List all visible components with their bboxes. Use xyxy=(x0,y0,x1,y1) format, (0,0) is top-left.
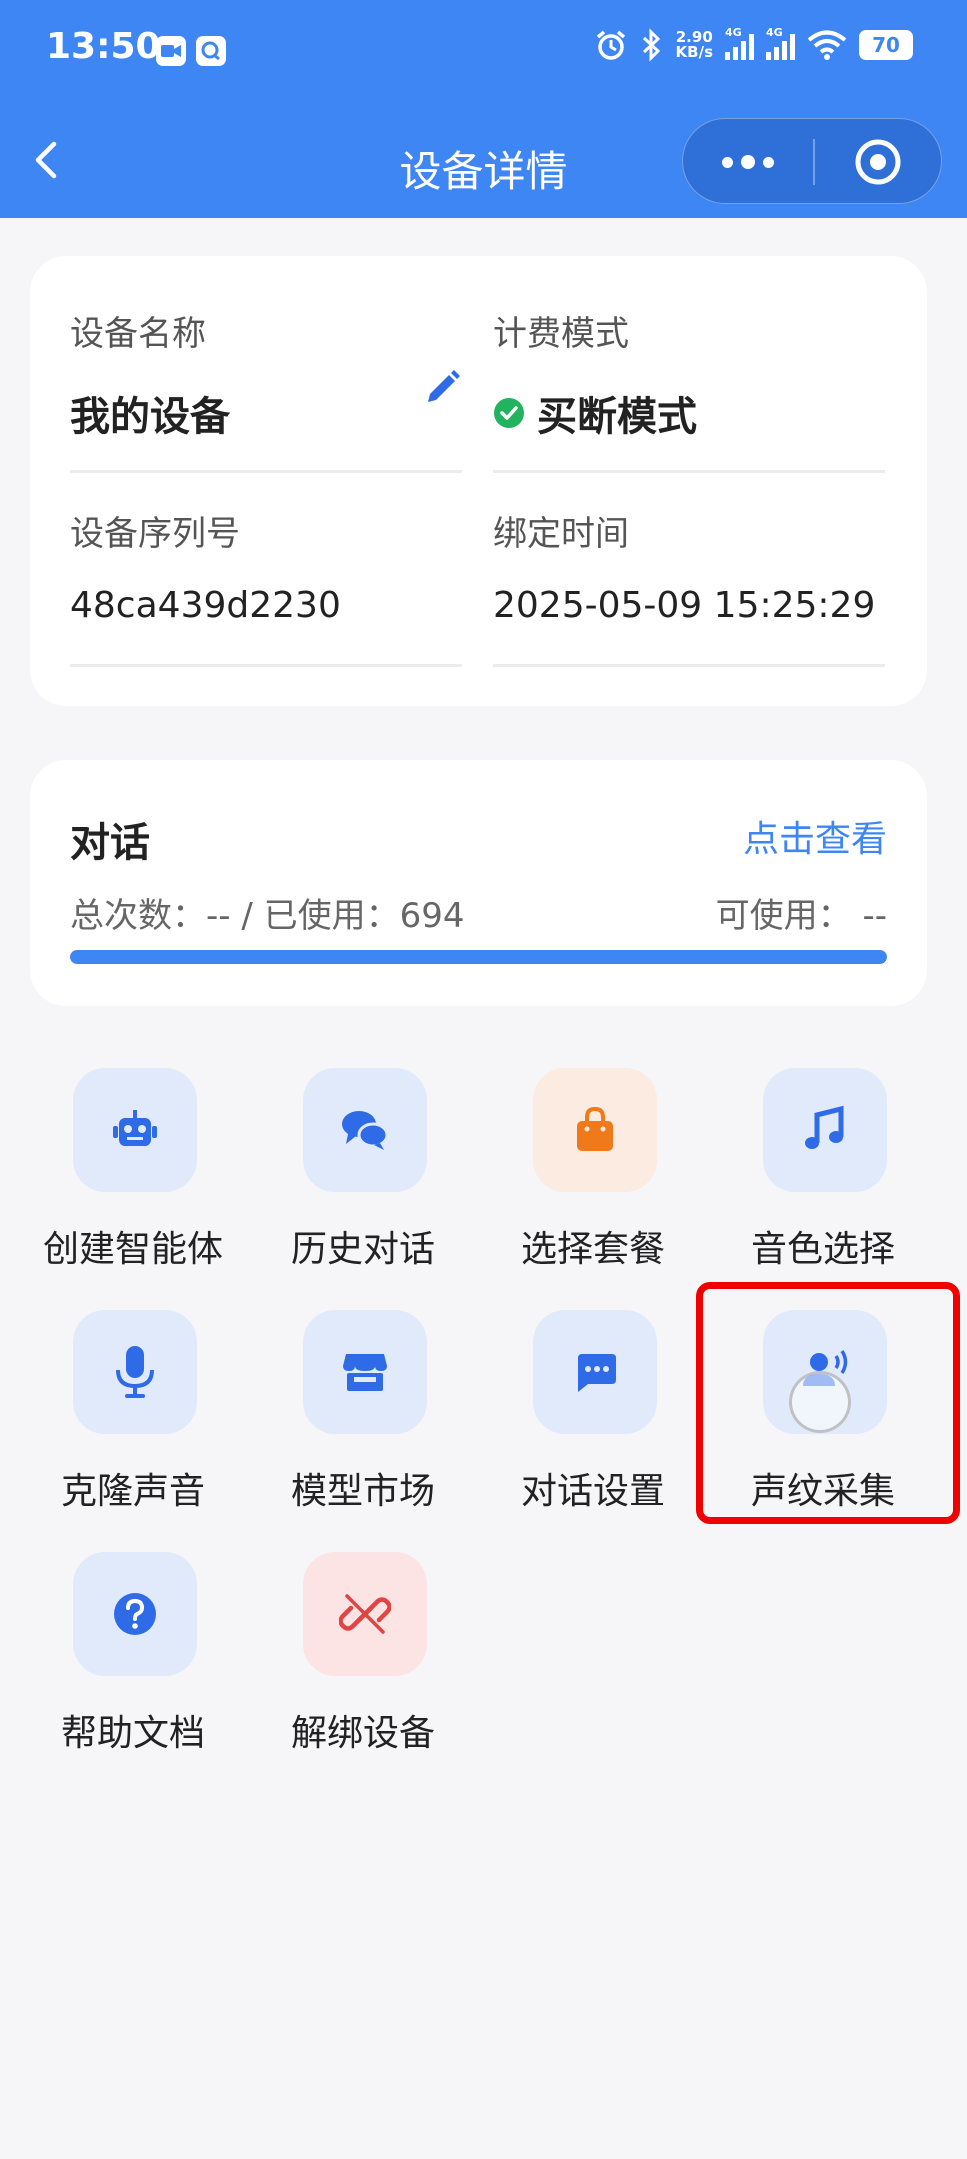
menu-label: 对话设置 xyxy=(520,1471,665,1512)
battery-indicator: 70 xyxy=(859,30,913,60)
usage-available: 可使用： -- xyxy=(715,896,887,936)
unlink-icon xyxy=(303,1552,427,1676)
usage-progress-fill xyxy=(70,950,887,964)
device-name-field: 设备名称 我的设备 xyxy=(70,306,462,473)
microphone-icon xyxy=(73,1310,197,1434)
billing-mode-value: 买断模式 xyxy=(537,394,697,440)
help-icon xyxy=(73,1552,197,1676)
wifi-icon xyxy=(807,30,847,60)
serial-number-label: 设备序列号 xyxy=(70,514,240,554)
net-speed: 2.90 KB/s xyxy=(675,28,713,61)
serial-number-value: 48ca439d2230 xyxy=(70,584,341,626)
bind-time-value: 2025-05-09 15:25:29 xyxy=(493,584,876,626)
divider xyxy=(70,470,462,473)
top-bar: 13:50 2.90 KB/s 4G 4G 70 设备详情 xyxy=(0,0,967,218)
menu-label: 模型市场 xyxy=(290,1471,435,1512)
dialog-usage-card: 对话 点击查看 总次数：-- / 已使用：694 可使用： -- xyxy=(30,760,927,1006)
shopping-bag-icon xyxy=(533,1068,657,1192)
menu-label: 解绑设备 xyxy=(290,1713,435,1754)
billing-mode-field: 计费模式 买断模式 xyxy=(493,306,885,473)
device-name-label: 设备名称 xyxy=(70,314,206,354)
menu-item-voice-select[interactable]: 音色选择 xyxy=(708,1068,938,1288)
menu-label: 克隆声音 xyxy=(60,1471,205,1512)
billing-mode-value-row: 买断模式 xyxy=(493,385,885,441)
bind-time-label: 绑定时间 xyxy=(493,514,629,554)
divider xyxy=(493,664,885,667)
menu-label: 音色选择 xyxy=(750,1229,895,1270)
status-time: 13:50 xyxy=(46,26,161,67)
usage-progress-bar xyxy=(70,950,887,964)
menu-label: 选择套餐 xyxy=(520,1229,665,1270)
store-icon xyxy=(303,1310,427,1434)
bluetooth-icon xyxy=(642,28,660,62)
video-icon xyxy=(156,36,186,66)
dialog-title: 对话 xyxy=(70,820,150,866)
serial-number-field: 设备序列号 48ca439d2230 xyxy=(70,506,462,667)
menu-item-select-plan[interactable]: 选择套餐 xyxy=(478,1068,708,1288)
menu-item-clone-voice[interactable]: 克隆声音 xyxy=(18,1310,248,1530)
divider xyxy=(70,664,462,667)
close-target-icon[interactable] xyxy=(813,119,943,205)
bind-time-field: 绑定时间 2025-05-09 15:25:29 xyxy=(493,506,885,667)
highlight-box xyxy=(696,1282,960,1524)
chat-app-icon xyxy=(196,36,226,66)
message-dots-icon xyxy=(533,1310,657,1434)
menu-item-dialog-settings[interactable]: 对话设置 xyxy=(478,1310,708,1530)
menu-item-unbind-device[interactable]: 解绑设备 xyxy=(248,1552,478,1772)
device-name-value: 我的设备 xyxy=(70,394,230,440)
menu-label: 历史对话 xyxy=(290,1229,435,1270)
billing-mode-label: 计费模式 xyxy=(493,314,629,354)
menu-item-model-market[interactable]: 模型市场 xyxy=(248,1310,478,1530)
mini-program-capsule xyxy=(682,118,942,204)
signal-strength-2: 4G xyxy=(766,26,795,60)
alarm-icon xyxy=(596,30,625,60)
edit-pencil-icon[interactable] xyxy=(422,368,462,408)
music-note-icon xyxy=(763,1068,887,1192)
device-info-card: 设备名称 我的设备 计费模式 买断模式 设备序列号 48ca439d2230 绑… xyxy=(30,256,927,706)
signal-strength-1: 4G xyxy=(725,26,754,60)
divider xyxy=(493,470,885,473)
more-icon[interactable] xyxy=(683,119,813,205)
check-circle-icon xyxy=(494,398,524,428)
menu-item-history-dialog[interactable]: 历史对话 xyxy=(248,1068,478,1288)
menu-label: 创建智能体 xyxy=(42,1229,223,1270)
status-icons: 2.90 KB/s 4G 4G 70 xyxy=(594,26,913,62)
usage-summary: 总次数：-- / 已使用：694 xyxy=(70,896,465,936)
view-details-link[interactable]: 点击查看 xyxy=(743,810,887,862)
menu-label: 帮助文档 xyxy=(60,1713,205,1754)
robot-icon xyxy=(73,1068,197,1192)
menu-item-help-docs[interactable]: 帮助文档 xyxy=(18,1552,248,1772)
menu-item-create-agent[interactable]: 创建智能体 xyxy=(18,1068,248,1288)
chat-bubbles-icon xyxy=(303,1068,427,1192)
